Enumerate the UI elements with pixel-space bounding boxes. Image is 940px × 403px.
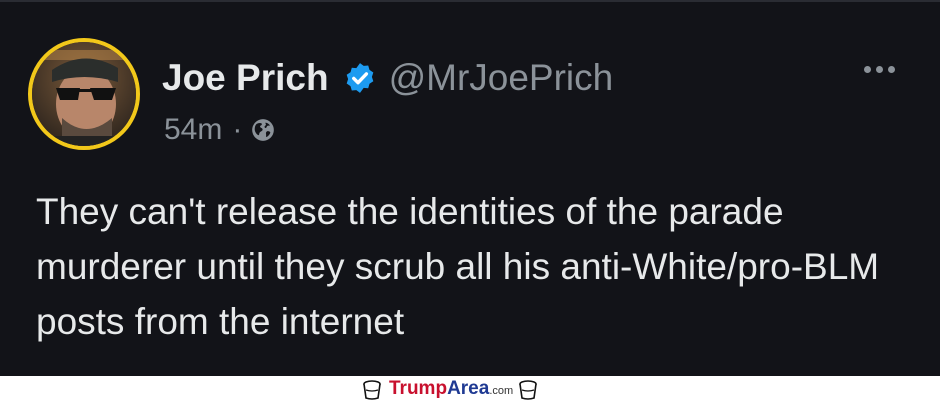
avatar[interactable] <box>28 38 140 150</box>
watermark-footer: TrumpArea.com <box>0 376 940 403</box>
tweet-text: They can't release the identities of the… <box>36 191 880 342</box>
more-dot <box>864 66 871 73</box>
brand-part-2: Area <box>447 378 490 399</box>
more-dot <box>876 66 883 73</box>
avatar-photo <box>32 42 136 146</box>
tweet-header: Joe Prich @MrJoePrich <box>162 56 613 100</box>
user-handle[interactable]: @MrJoePrich <box>389 56 614 100</box>
brand-text: TrumpArea.com <box>389 378 513 402</box>
more-dot <box>888 66 895 73</box>
brand-part-1: Trump <box>389 378 448 399</box>
tweet-meta: 54m · <box>164 112 276 148</box>
cup-icon <box>363 380 381 400</box>
tweet-timestamp[interactable]: 54m <box>164 112 222 148</box>
display-name[interactable]: Joe Prich <box>162 56 329 100</box>
watermark-logo: TrumpArea.com <box>361 378 539 402</box>
brand-part-3: .com <box>489 385 514 397</box>
tweet-card: Joe Prich @MrJoePrich 54m · They can't r… <box>0 0 940 376</box>
meta-separator: · <box>232 113 243 146</box>
verified-badge-icon <box>346 63 373 93</box>
more-options-icon[interactable] <box>864 66 895 73</box>
cup-icon <box>519 380 537 400</box>
globe-icon <box>252 119 275 141</box>
